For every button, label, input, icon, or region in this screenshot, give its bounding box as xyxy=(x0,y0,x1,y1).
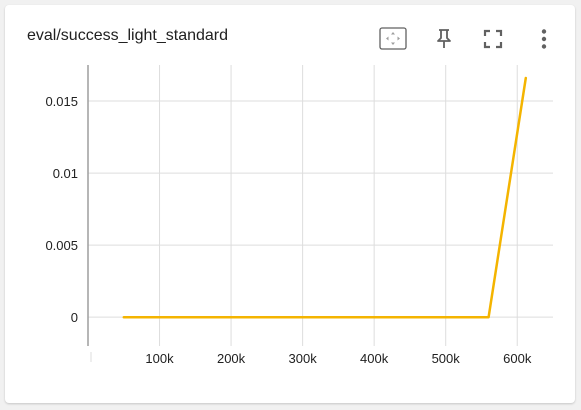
x-tick-label: 400k xyxy=(360,351,389,366)
line-chart: 0 0.005 0.01 0.015 100k 200k 300k 400k 500k 600k xyxy=(45,65,553,366)
y-tick-label: 0.005 xyxy=(45,238,78,253)
x-tick-label: 500k xyxy=(432,351,461,366)
y-tick-label: 0.015 xyxy=(45,94,78,109)
series-line xyxy=(122,76,528,319)
x-tick-label: 100k xyxy=(145,351,174,366)
x-tick-label: 600k xyxy=(503,351,532,366)
x-tick-label: 200k xyxy=(217,351,246,366)
y-tick-label: 0 xyxy=(71,310,78,325)
y-tick-label: 0.01 xyxy=(53,166,78,181)
x-tick-label: 300k xyxy=(289,351,318,366)
